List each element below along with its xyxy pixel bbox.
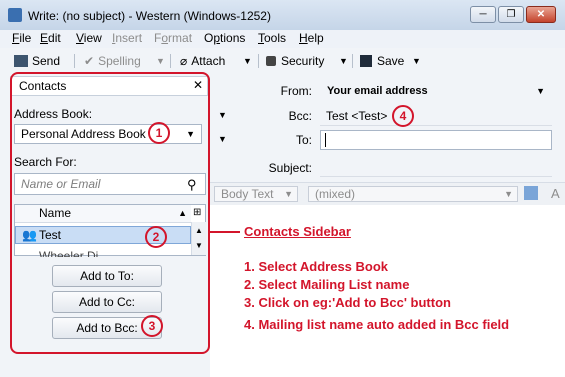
security-dropdown[interactable]: ▼ [339,52,348,70]
save-dropdown[interactable]: ▼ [412,52,421,70]
annotation-title: Contacts Sidebar [244,224,351,239]
security-button[interactable]: Security [266,52,324,70]
menu-help[interactable]: Help [299,31,324,45]
send-button[interactable]: Send [14,52,60,70]
attach-dropdown[interactable]: ▼ [243,52,252,70]
text-caret [325,133,326,147]
font-select[interactable]: (mixed) ▼ [308,186,518,202]
attach-button[interactable]: ⌀ Attach [180,52,225,70]
subject-input[interactable] [320,176,552,177]
spelling-button[interactable]: ✔ Spelling [84,52,141,70]
minimize-button[interactable]: ─ [470,6,496,23]
menu-view[interactable]: View [76,31,102,45]
toolbar-separator [352,54,353,68]
from-label: From: [280,84,312,98]
text-color-icon[interactable] [524,186,538,200]
annotation-3: 3 [141,315,163,337]
annotation-step-2: 2. Select Mailing List name [244,277,410,292]
close-window-button[interactable]: ✕ [526,6,556,23]
annotation-1: 1 [148,122,170,144]
window-title: Write: (no subject) - Western (Windows-1… [28,9,271,23]
menu-file[interactable]: File [12,31,31,45]
maximize-button[interactable]: ❐ [498,6,524,23]
annotation-4: 4 [392,105,414,127]
toolbar-separator [74,54,75,68]
annotation-step-3: 3. Click on eg:'Add to Bcc' button [244,295,451,310]
toolbar-separator [170,54,171,68]
floppy-icon [360,55,372,67]
check-icon: ✔ [84,54,95,68]
save-button[interactable]: Save [360,52,404,70]
divider [320,125,552,126]
annotation-2: 2 [145,226,167,248]
annotation-step-4: 4. Mailing list name auto added in Bcc f… [244,317,510,332]
subject-label: Subject: [268,161,312,175]
font-size-icon[interactable]: A [551,186,560,201]
chevron-down-icon: ▼ [536,86,545,96]
spelling-dropdown[interactable]: ▼ [156,52,165,70]
annotation-step-1: 1. Select Address Book [244,259,389,274]
sidebar-highlight [10,72,210,354]
to-input[interactable] [320,130,552,150]
send-icon [14,55,28,67]
toolbar-separator [258,54,259,68]
menu-insert[interactable]: Insert [112,31,142,45]
bcc-recipient[interactable]: Test <Test> [326,109,387,123]
menu-tools[interactable]: Tools [258,31,286,45]
menu-edit[interactable]: Edit [40,31,61,45]
bcc-label: Bcc: [288,109,312,123]
to-label: To: [295,133,312,147]
menu-options[interactable]: Options [204,31,245,45]
annotation-arrow [210,231,240,233]
from-select[interactable]: Your email address ▼ [320,82,552,100]
menu-format[interactable]: Format [154,31,192,45]
paperclip-icon: ⌀ [180,54,188,68]
app-icon [8,8,22,22]
lock-icon [266,56,276,66]
paragraph-format-select[interactable]: Body Text ▼ [214,186,298,202]
